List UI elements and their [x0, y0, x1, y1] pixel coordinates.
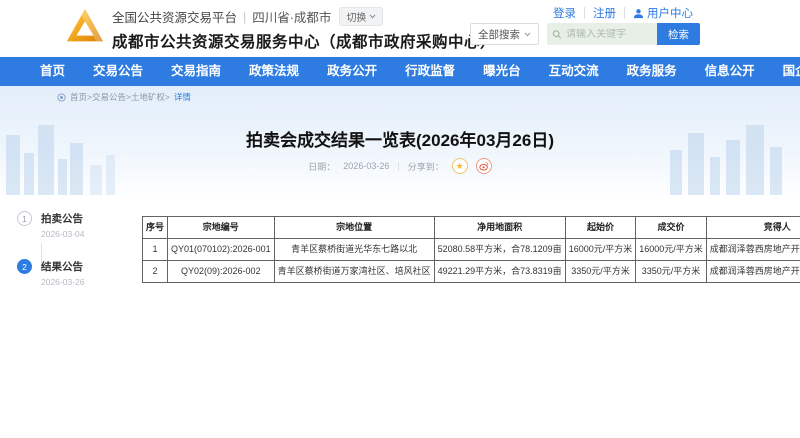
timeline: 1 拍卖公告 2026-03-04 2 结果公告 2026-03-26 — [17, 211, 127, 287]
col-header-parcel-location: 宗地位置 — [274, 217, 434, 239]
search-scope-select[interactable]: 全部搜索 — [470, 23, 539, 45]
cell-index: 2 — [143, 261, 168, 283]
cell-start-price: 16000元/平方米 — [565, 239, 636, 261]
account-links: 登录 | 注册 | 用户中心 — [553, 5, 693, 21]
site-title: 成都市公共资源交易服务中心（成都市政府采购中心） — [112, 30, 496, 52]
date-label: 日期： — [308, 160, 335, 173]
header: 全国公共资源交易平台 | 四川省·成都市 切换 成都市公共资源交易服务中心（成都… — [0, 0, 800, 57]
search-scope-label: 全部搜索 — [478, 27, 520, 42]
nav-item-exposure[interactable]: 曝光台 — [469, 57, 535, 86]
meta-divider: | — [397, 161, 399, 171]
chevron-down-icon — [369, 14, 376, 19]
breadcrumb: 首页>交易公告>土地矿权> 详情 — [57, 91, 191, 103]
timeline-step-result-notice[interactable]: 2 结果公告 2026-03-26 — [17, 259, 127, 287]
nav-item-policy[interactable]: 政策法规 — [235, 57, 313, 86]
col-header-index: 序号 — [143, 217, 168, 239]
nav-item-trade-notice[interactable]: 交易公告 — [79, 57, 157, 86]
brand-divider: | — [243, 10, 246, 24]
user-center-link[interactable]: 用户中心 — [633, 5, 693, 21]
search-input[interactable] — [566, 29, 652, 40]
search-button[interactable]: 检索 — [657, 23, 700, 45]
cell-parcel-location: 青羊区蔡桥街道万家湾社区、培风社区 — [274, 261, 434, 283]
table-row: 1 QY01(070102):2026-001 青羊区蔡桥街道光华东七路以北 5… — [143, 239, 800, 261]
share-weibo-icon[interactable] — [476, 158, 492, 174]
share-qzone-icon[interactable]: ★ — [452, 158, 468, 174]
breadcrumb-current: 详情 — [174, 91, 191, 103]
nav-item-home[interactable]: 首页 — [26, 57, 79, 86]
nav-item-admin-supervision[interactable]: 行政监督 — [391, 57, 469, 86]
table-header-row: 序号 宗地编号 宗地位置 净用地面积 起始价 成交价 竞得人 — [143, 217, 800, 239]
timeline-step-label[interactable]: 拍卖公告 — [41, 211, 127, 226]
location-icon — [57, 93, 66, 102]
search-icon — [552, 29, 562, 40]
main-content: 1 拍卖公告 2026-03-04 2 结果公告 2026-03-26 序号 宗… — [0, 195, 800, 438]
col-header-net-area: 净用地面积 — [434, 217, 565, 239]
timeline-step-number[interactable]: 2 — [17, 259, 32, 274]
nav-item-info-open[interactable]: 信息公开 — [691, 57, 769, 86]
nav-item-gov-service[interactable]: 政务服务 — [613, 57, 691, 86]
nav-item-trade-guide[interactable]: 交易指南 — [157, 57, 235, 86]
region-switch-label: 切换 — [346, 9, 366, 24]
col-header-winner: 竞得人 — [706, 217, 800, 239]
nav-item-gov-open[interactable]: 政务公开 — [313, 57, 391, 86]
cell-parcel-number: QY01(070102):2026-001 — [168, 239, 275, 261]
cell-index: 1 — [143, 239, 168, 261]
chevron-down-icon — [524, 32, 531, 37]
search-bar: 全部搜索 检索 — [470, 23, 700, 45]
banner: 首页>交易公告>土地矿权> 详情 拍卖会成交结果一览表(2026年03月26日)… — [0, 86, 800, 195]
register-link[interactable]: 注册 — [593, 5, 616, 21]
account-divider: | — [623, 7, 626, 19]
region-label: 四川省·成都市 — [252, 7, 331, 26]
col-header-deal-price: 成交价 — [636, 217, 707, 239]
cell-net-area: 49221.29平方米，合73.8319亩 — [434, 261, 565, 283]
cell-winner: 成都润泽蓉西房地产开发有限公司 — [706, 239, 800, 261]
user-center-label: 用户中心 — [647, 5, 693, 21]
main-nav: 首页 交易公告 交易指南 政策法规 政务公开 行政监督 曝光台 互动交流 政务服… — [0, 57, 800, 86]
share-label: 分享到： — [408, 160, 444, 173]
article-date: 2026-03-26 — [343, 161, 389, 171]
col-header-start-price: 起始价 — [565, 217, 636, 239]
platform-title: 全国公共资源交易平台 — [112, 7, 237, 26]
login-link[interactable]: 登录 — [553, 5, 576, 21]
user-icon — [633, 8, 644, 19]
cell-net-area: 52080.58平方米，合78.1209亩 — [434, 239, 565, 261]
cell-winner: 成都润泽蓉西房地产开发有限公司 — [706, 261, 800, 283]
timeline-step-date: 2026-03-26 — [41, 277, 127, 287]
col-header-parcel-number: 宗地编号 — [168, 217, 275, 239]
weibo-glyph-icon — [479, 161, 489, 171]
page-title: 拍卖会成交结果一览表(2026年03月26日) — [0, 126, 800, 151]
timeline-step-auction-notice[interactable]: 1 拍卖公告 2026-03-04 — [17, 211, 127, 239]
nav-item-soe-recruit[interactable]: 国企招聘 — [769, 57, 800, 86]
cell-start-price: 3350元/平方米 — [565, 261, 636, 283]
site-logo-icon — [64, 6, 106, 48]
timeline-step-date: 2026-03-04 — [41, 229, 127, 239]
timeline-step-number[interactable]: 1 — [17, 211, 32, 226]
search-input-wrap — [547, 23, 657, 45]
results-table: 序号 宗地编号 宗地位置 净用地面积 起始价 成交价 竞得人 1 QY01(07… — [142, 216, 800, 283]
account-divider: | — [583, 7, 586, 19]
timeline-step-label[interactable]: 结果公告 — [41, 259, 127, 274]
cell-deal-price: 16000元/平方米 — [636, 239, 707, 261]
cell-deal-price: 3350元/平方米 — [636, 261, 707, 283]
article-meta: 日期： 2026-03-26 | 分享到： ★ — [0, 158, 800, 174]
region-switch-button[interactable]: 切换 — [339, 7, 383, 26]
brand-block: 全国公共资源交易平台 | 四川省·成都市 切换 成都市公共资源交易服务中心（成都… — [112, 7, 496, 52]
cell-parcel-location: 青羊区蔡桥街道光华东七路以北 — [274, 239, 434, 261]
cell-parcel-number: QY02(09):2026-002 — [168, 261, 275, 283]
nav-item-interaction[interactable]: 互动交流 — [535, 57, 613, 86]
table-row: 2 QY02(09):2026-002 青羊区蔡桥街道万家湾社区、培风社区 49… — [143, 261, 800, 283]
page: 全国公共资源交易平台 | 四川省·成都市 切换 成都市公共资源交易服务中心（成都… — [0, 0, 800, 438]
breadcrumb-path[interactable]: 首页>交易公告>土地矿权> — [70, 91, 170, 103]
